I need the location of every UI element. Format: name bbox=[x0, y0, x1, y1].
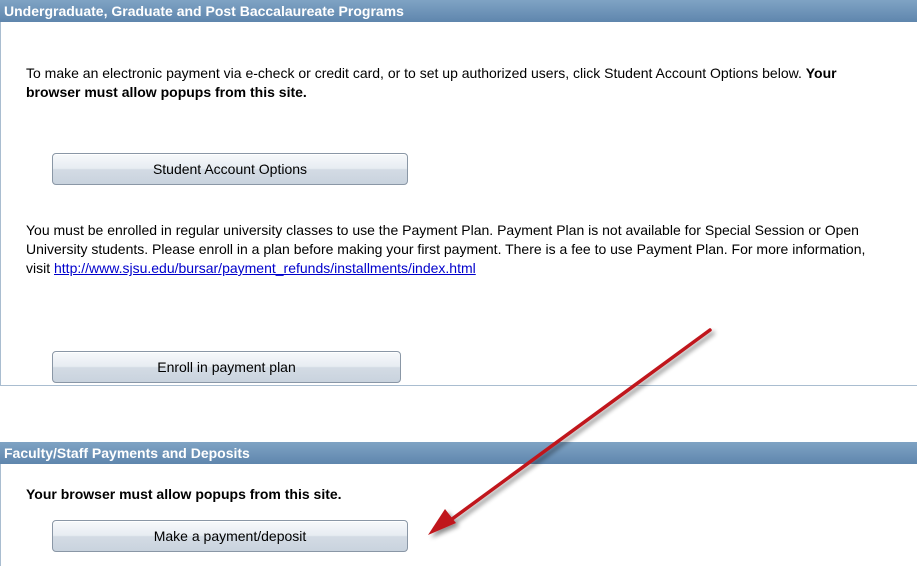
faculty-popup-warning-text: Your browser must allow popups from this… bbox=[26, 486, 342, 502]
installments-link[interactable]: http://www.sjsu.edu/bursar/payment_refun… bbox=[54, 260, 476, 276]
section-title-faculty: Faculty/Staff Payments and Deposits bbox=[4, 445, 250, 461]
payment-plan-paragraph: You must be enrolled in regular universi… bbox=[26, 221, 866, 278]
enroll-payment-plan-button[interactable]: Enroll in payment plan bbox=[52, 351, 401, 383]
intro-paragraph: To make an electronic payment via e-chec… bbox=[26, 64, 846, 102]
faculty-popup-warning: Your browser must allow popups from this… bbox=[26, 485, 726, 504]
section-header-programs: Undergraduate, Graduate and Post Baccala… bbox=[0, 0, 917, 22]
make-payment-deposit-button[interactable]: Make a payment/deposit bbox=[52, 520, 408, 552]
section-title-programs: Undergraduate, Graduate and Post Baccala… bbox=[4, 3, 404, 19]
section-header-faculty: Faculty/Staff Payments and Deposits bbox=[0, 442, 917, 464]
intro-text: To make an electronic payment via e-chec… bbox=[26, 65, 806, 81]
student-account-options-button[interactable]: Student Account Options bbox=[52, 153, 408, 185]
